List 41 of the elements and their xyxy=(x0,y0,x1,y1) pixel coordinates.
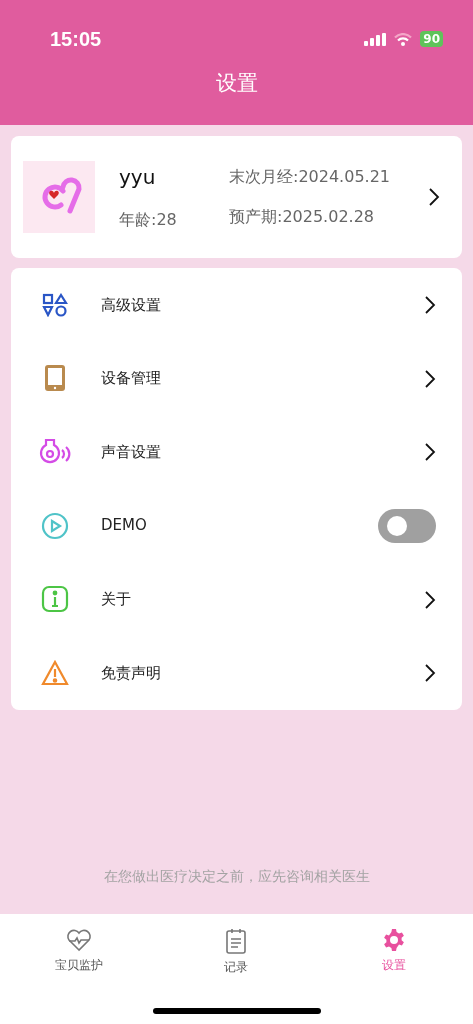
tab-item[interactable]: 记录 xyxy=(158,914,315,1024)
chevron-right-icon xyxy=(424,589,436,610)
wifi-icon xyxy=(394,32,413,46)
menu-item[interactable]: 设备管理 xyxy=(39,341,436,416)
clipboard-icon xyxy=(225,928,248,954)
warning-icon xyxy=(41,659,69,686)
settings-icon xyxy=(382,928,407,952)
menu-label: DEMO xyxy=(101,515,148,537)
shapes-icon xyxy=(42,292,68,317)
menu-label: 关于 xyxy=(101,588,132,610)
signal-icon xyxy=(364,32,387,46)
status-time: 15:05 xyxy=(50,27,102,52)
menu-item[interactable]: 声音设置 xyxy=(39,415,436,489)
tablet-icon xyxy=(44,364,66,393)
chevron-right-icon xyxy=(424,663,436,684)
demo-toggle[interactable] xyxy=(378,508,436,543)
user-name: yyu xyxy=(119,164,157,191)
profile-card[interactable]: yyu 年龄:28 末次月经:2024.05.21 预产期:2025.02.28 xyxy=(11,136,462,258)
menu-item[interactable]: 免责声明 xyxy=(39,635,436,710)
chevron-right-icon xyxy=(424,368,436,389)
menu-item[interactable]: 高级设置 xyxy=(39,268,436,342)
last-period-text: 末次月经:2024.05.21 xyxy=(229,166,391,188)
chevron-right-icon xyxy=(424,442,436,463)
page-title: 设置 xyxy=(214,70,259,97)
chevron-right-icon xyxy=(428,187,440,207)
chevron-right-icon xyxy=(424,295,436,316)
speaker-device-icon xyxy=(39,438,71,466)
disclaimer-text: 在您做出医疗决定之前，应先咨询相关医生 xyxy=(102,867,371,886)
heart-pulse-icon xyxy=(65,928,92,952)
menu-item[interactable]: 关于 xyxy=(39,562,436,636)
age-text: 年龄:28 xyxy=(119,209,178,231)
menu-label: 声音设置 xyxy=(101,441,162,463)
tab-item[interactable]: 设置 xyxy=(315,914,473,1024)
due-date-text: 预产期:2025.02.28 xyxy=(229,206,375,228)
menu-label: 免责声明 xyxy=(101,662,162,684)
menu-label: 设备管理 xyxy=(101,368,162,390)
info-icon xyxy=(41,585,69,614)
tab-item[interactable]: 宝贝监护 xyxy=(0,914,158,1024)
battery-level: 90 xyxy=(420,31,443,47)
menu-label: 高级设置 xyxy=(101,294,162,316)
play-circle-icon xyxy=(41,511,69,540)
